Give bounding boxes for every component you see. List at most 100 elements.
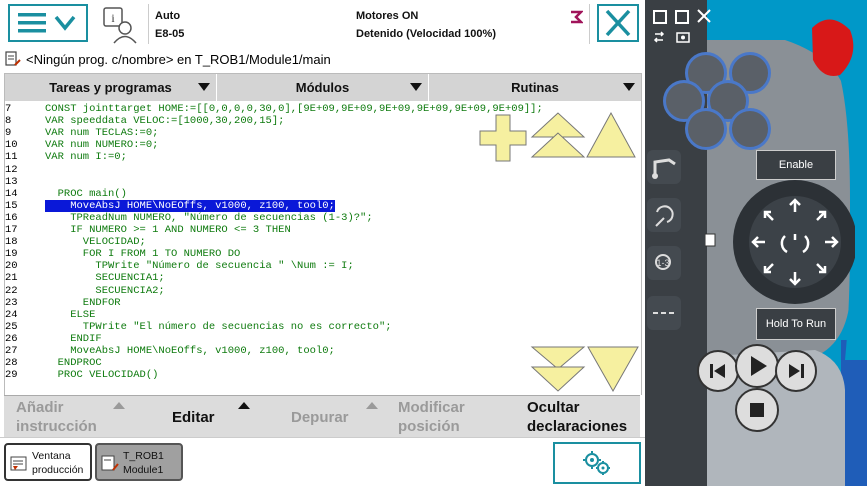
- code-text: TPReadNum NUMERO, "Número de secuencias …: [45, 211, 373, 224]
- close-button[interactable]: [597, 4, 639, 42]
- line-number: 13: [5, 175, 18, 188]
- code-line[interactable]: TPReadNum NUMERO, "Número de secuencias …: [45, 211, 373, 224]
- line-number: 10: [5, 139, 18, 152]
- line-number: 14: [5, 187, 18, 200]
- task-label: Ventana: [32, 450, 71, 462]
- edit-button[interactable]: Editar: [172, 396, 262, 438]
- mechanical-unit-key[interactable]: [647, 150, 681, 184]
- maximize-icon[interactable]: [675, 10, 689, 24]
- tab-label: Tareas y programas: [49, 80, 172, 95]
- tab-tasks-programs[interactable]: Tareas y programas: [5, 74, 217, 101]
- button-label: Modificar: [398, 399, 465, 416]
- code-text: VELOCIDAD;: [45, 236, 146, 249]
- abb-menu-button[interactable]: [8, 4, 88, 42]
- line-down-icon[interactable]: [587, 346, 639, 393]
- page-down-icon[interactable]: [530, 346, 586, 392]
- code-line[interactable]: SECUENCIA2;: [45, 285, 164, 297]
- code-line[interactable]: VAR num I:=0;: [45, 151, 127, 163]
- line-number: 11: [5, 151, 18, 164]
- line-number: 27: [5, 345, 18, 357]
- code-line[interactable]: VAR num TECLAS:=0;: [45, 127, 158, 139]
- code-line[interactable]: PROC main(): [45, 188, 127, 200]
- code-text: ELSE: [45, 308, 96, 321]
- reorient-icon: [655, 205, 674, 227]
- header-bar: i Auto E8-05 Motores ON Detenido (Veloci…: [0, 0, 645, 49]
- code-line[interactable]: TPWrite "El número de secuencias no es c…: [45, 321, 392, 333]
- gears-icon: [583, 451, 610, 475]
- task-label: Module1: [123, 464, 164, 476]
- tab-routines[interactable]: Rutinas: [429, 74, 641, 101]
- code-line[interactable]: FOR I FROM 1 TO NUMERO DO: [45, 248, 241, 260]
- code-text: VAR num I:=0;: [45, 151, 127, 164]
- line-number: 15: [5, 199, 18, 212]
- code-line[interactable]: TPWrite "Número de secuencia " \Num := I…: [45, 260, 354, 273]
- code-line[interactable]: SECUENCIA1;: [45, 272, 165, 285]
- code-line[interactable]: PROC VELOCIDAD(): [45, 369, 159, 381]
- code-line[interactable]: VELOCIDAD;: [45, 236, 146, 248]
- code-text: PROC main(): [45, 187, 127, 200]
- code-text: TPWrite "Número de secuencia " \Num := I…: [45, 260, 354, 273]
- code-line[interactable]: VAR num NUMERO:=0;: [45, 139, 158, 151]
- code-line[interactable]: ENDPROC: [45, 357, 102, 369]
- minimize-icon[interactable]: [653, 10, 667, 24]
- add-instruction-button[interactable]: Añadir instrucción: [16, 396, 148, 438]
- operator-window-icon[interactable]: i: [98, 6, 142, 44]
- code-line[interactable]: VAR speeddata VELOC:=[1000,30,200,15];: [45, 115, 284, 127]
- program-state: Detenido (Velocidad 100%): [356, 28, 496, 40]
- step-backward-key[interactable]: [697, 350, 739, 392]
- programmable-key-6[interactable]: [729, 108, 771, 150]
- motors-state: Motores ON: [356, 10, 419, 22]
- code-text: MoveAbsJ HOME\NoEOffs, v1000, z100, tool…: [45, 199, 335, 212]
- line-number: 7: [5, 103, 12, 115]
- dropdown-arrow-icon: [410, 83, 422, 91]
- code-editor[interactable]: 7 CONST jointtarget HOME:=[[0,0,0,0,30,0]…: [4, 101, 642, 395]
- stop-icon: [750, 403, 764, 417]
- program-editor-icon: [5, 51, 21, 66]
- code-line[interactable]: MoveAbsJ HOME\NoEOffs, v1000, z100, tool…: [45, 199, 335, 212]
- code-text: VAR speeddata VELOC:=[1000,30,200,15];: [45, 115, 285, 128]
- code-line[interactable]: CONST jointtarget HOME:=[[0,0,0,0,30,0],…: [45, 103, 543, 115]
- switch-camera-icon[interactable]: [653, 30, 693, 44]
- code-text: CONST jointtarget HOME:=[[0,0,0,0,30,0],…: [45, 103, 543, 115]
- line-number: 28: [5, 357, 18, 370]
- hold-to-run-button[interactable]: Hold To Run: [756, 308, 836, 340]
- code-line[interactable]: MoveAbsJ HOME\NoEOffs, v1000, z100, tool…: [45, 345, 335, 357]
- menu-icon: [18, 13, 76, 33]
- code-text: SECUENCIA1;: [45, 272, 165, 285]
- program-editor-task[interactable]: T_ROB1 Module1: [95, 443, 183, 481]
- code-line[interactable]: IF NUMERO >= 1 AND NUMERO <= 3 THEN: [45, 224, 291, 236]
- button-label: posición: [398, 418, 460, 435]
- line-number: 22: [5, 284, 18, 297]
- start-key[interactable]: [735, 344, 779, 388]
- joystick[interactable]: [705, 176, 855, 306]
- status-panel[interactable]: Auto E8-05 Motores ON Detenido (Velocida…: [148, 4, 590, 44]
- tab-modules[interactable]: Módulos: [217, 74, 429, 101]
- stop-key[interactable]: [735, 388, 779, 432]
- line-up-icon[interactable]: [586, 111, 636, 158]
- production-window-task[interactable]: Ventana producción: [4, 443, 92, 481]
- quickset-button[interactable]: [553, 442, 641, 484]
- increment-key[interactable]: 1-3: [647, 246, 681, 280]
- programmable-key-5[interactable]: [685, 108, 727, 150]
- window-close-icon[interactable]: [697, 9, 711, 23]
- debug-button[interactable]: Depurar: [291, 396, 391, 438]
- code-text: VAR num TECLAS:=0;: [45, 127, 159, 140]
- hide-declarations-button[interactable]: Ocultar declaraciones: [527, 396, 639, 438]
- flexpendant-hardware: 1-3 Enable Hold To Run: [645, 0, 867, 486]
- code-line[interactable]: ENDIF: [45, 333, 102, 345]
- code-line[interactable]: ENDFOR: [45, 297, 121, 309]
- svg-text:1-3: 1-3: [656, 258, 669, 268]
- increment-step-key[interactable]: [647, 296, 681, 330]
- event-log-icon: [571, 10, 583, 24]
- step-forward-key[interactable]: [775, 350, 817, 392]
- code-line[interactable]: ELSE: [45, 309, 95, 321]
- mode-label: Auto: [155, 10, 181, 22]
- line-number: 19: [5, 248, 18, 261]
- line-number: 20: [5, 260, 18, 273]
- dropdown-arrow-icon: [198, 83, 210, 91]
- modify-position-button[interactable]: Modificar posición: [398, 396, 508, 438]
- axis-toggle-icon: 1-3: [655, 254, 671, 270]
- motion-mode-key[interactable]: [647, 198, 681, 232]
- page-up-icon[interactable]: [530, 112, 586, 158]
- zoom-in-icon[interactable]: [479, 114, 527, 162]
